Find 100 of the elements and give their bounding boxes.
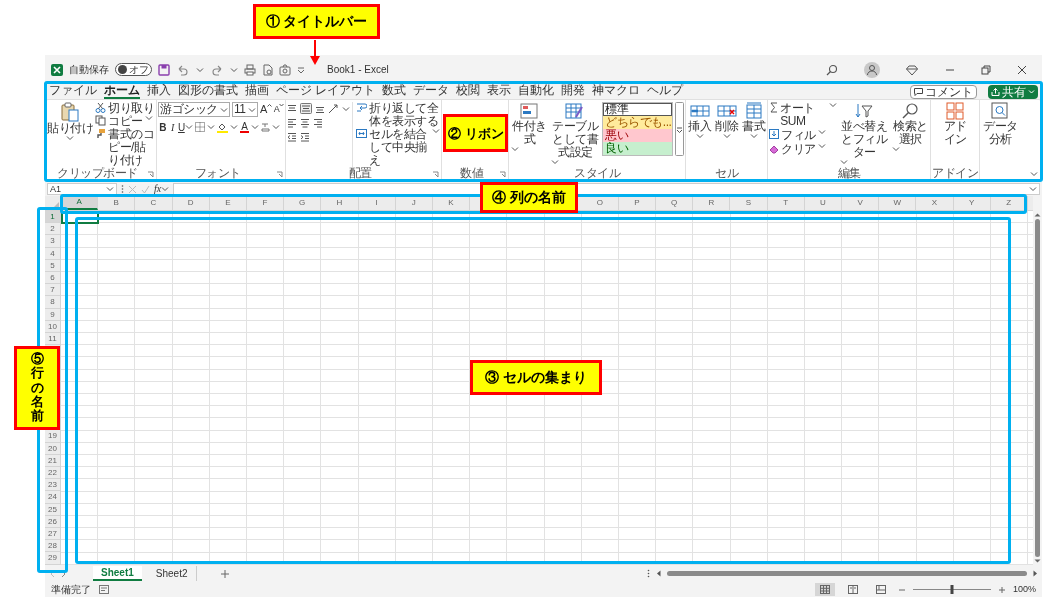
orientation-icon[interactable] [328, 103, 340, 114]
document-icon[interactable] [262, 63, 273, 76]
row-header[interactable]: 21 [45, 454, 60, 467]
ribbon-tab[interactable]: ヘルプ [647, 84, 684, 99]
row-header[interactable]: 24 [45, 491, 60, 504]
underline-button[interactable]: U [178, 120, 193, 134]
row-header[interactable]: 5 [45, 259, 60, 272]
align-top-icon[interactable] [287, 103, 298, 114]
dialog-launcher-icon[interactable] [147, 171, 154, 178]
camera-icon[interactable] [279, 63, 291, 76]
column-header[interactable]: Q [656, 196, 694, 210]
fill-button[interactable]: フィル [769, 129, 838, 142]
row-header[interactable]: 9 [45, 308, 60, 321]
column-header[interactable]: W [879, 196, 917, 210]
align-left-icon[interactable] [287, 118, 298, 128]
column-header[interactable]: J [395, 196, 433, 210]
decrease-indent-icon[interactable] [287, 132, 298, 142]
accessibility-icon[interactable] [99, 585, 109, 594]
column-header[interactable]: R [693, 196, 731, 210]
row-header[interactable]: 10 [45, 320, 60, 333]
close-icon[interactable] [1016, 63, 1028, 76]
row-header[interactable]: 29 [45, 552, 60, 565]
row-header[interactable]: 22 [45, 467, 60, 480]
row-header[interactable]: 20 [45, 442, 60, 455]
redo-icon[interactable] [210, 63, 224, 76]
select-all-triangle-icon[interactable] [52, 202, 59, 209]
avatar-icon[interactable] [864, 61, 880, 78]
column-header[interactable]: Z [990, 196, 1028, 210]
column-header[interactable]: T [767, 196, 805, 210]
cells-format-button[interactable]: 書式 [741, 102, 767, 167]
row-header[interactable]: 2 [45, 223, 60, 236]
scroll-down-icon[interactable] [1034, 559, 1041, 564]
column-header[interactable]: F [246, 196, 285, 210]
cell-style-option[interactable]: 良い [603, 142, 673, 155]
wrap-text-button[interactable]: 折り返して全体を表示する [356, 102, 441, 128]
format-painter-button[interactable]: 書式のコピー/貼り付け [95, 128, 155, 167]
expand-icon[interactable] [1029, 186, 1037, 192]
align-center-icon[interactable] [300, 118, 311, 128]
align-middle-icon[interactable] [300, 103, 313, 114]
row-header[interactable]: 25 [45, 503, 60, 516]
column-header[interactable]: I [358, 196, 396, 210]
scroll-thumb[interactable] [1035, 219, 1040, 557]
add-sheet-icon[interactable] [220, 569, 229, 578]
row-header[interactable]: 23 [45, 479, 60, 492]
bold-button[interactable]: B [158, 120, 167, 134]
restore-icon[interactable] [980, 63, 992, 76]
increase-indent-icon[interactable] [300, 132, 311, 142]
dialog-launcher-icon[interactable] [432, 171, 440, 178]
copy-button[interactable]: コピー [95, 115, 155, 128]
ribbon-tab[interactable]: 開発 [561, 84, 586, 99]
column-header[interactable]: K [432, 196, 471, 210]
decrease-font-size-button[interactable]: A [273, 103, 285, 116]
horizontal-scroll-thumb[interactable] [667, 571, 1027, 576]
ribbon-tab[interactable]: 図形の書式 [178, 84, 238, 99]
row-header[interactable]: 8 [45, 296, 60, 309]
undo-icon[interactable] [176, 63, 190, 76]
cells-insert-button[interactable]: 挿入 [687, 102, 713, 167]
column-header[interactable]: E [209, 196, 247, 210]
cell-style-option[interactable]: 標準 [603, 103, 673, 116]
ribbon-tab[interactable]: ページ レイアウト [276, 84, 376, 99]
row-header[interactable]: 1 [45, 211, 60, 224]
phonetic-guide-icon[interactable] [260, 122, 270, 132]
diamond-icon[interactable] [906, 63, 918, 76]
ribbon-tab[interactable]: ファイル [49, 84, 97, 99]
scroll-left-icon[interactable] [656, 570, 661, 577]
ribbon-tab[interactable]: 自動化 [518, 84, 555, 99]
ribbon-tab[interactable]: データ [413, 84, 450, 99]
cell-style-option[interactable]: どちらでも... [603, 116, 673, 129]
more-options-icon[interactable] [121, 184, 124, 194]
find-select-button[interactable]: 検索と選択 [891, 102, 930, 167]
cell-style-option[interactable]: 悪い [603, 129, 673, 142]
app-icon[interactable] [51, 63, 63, 76]
clear-button[interactable]: クリア [769, 143, 838, 156]
collapse-ribbon-icon[interactable] [1030, 171, 1038, 177]
conditional-formatting-button[interactable]: 件付き式 [510, 102, 549, 167]
search-icon[interactable] [826, 63, 838, 76]
gallery-more-icon[interactable] [675, 102, 685, 156]
column-header[interactable]: S [730, 196, 768, 210]
font-color-button[interactable]: A [239, 121, 249, 133]
row-header[interactable]: 11 [45, 332, 60, 346]
ribbon-tab[interactable]: 表示 [487, 84, 512, 99]
format-as-table-button[interactable]: テーブルとして書式設定 [550, 102, 601, 167]
autosave-toggle[interactable]: オフ [115, 63, 152, 76]
view-button[interactable] [814, 583, 835, 596]
column-header[interactable]: P [618, 196, 657, 210]
column-header[interactable]: Y [953, 196, 991, 210]
column-header[interactable]: O [581, 196, 619, 210]
borders-icon[interactable] [194, 122, 205, 132]
row-header[interactable]: 6 [45, 271, 60, 285]
add-ins-button[interactable]: アドイン [942, 102, 969, 167]
data-analysis-button[interactable]: データ分析 [981, 102, 1020, 167]
column-header[interactable]: V [841, 196, 880, 210]
name-box[interactable]: A1 [47, 183, 117, 195]
column-header[interactable]: C [135, 196, 173, 210]
row-header[interactable]: 3 [45, 235, 60, 248]
printer-icon[interactable] [244, 63, 256, 76]
insert-function-button[interactable]: fx [154, 184, 170, 194]
cut-button[interactable]: 切り取り [95, 102, 155, 115]
fill-bucket-icon[interactable] [216, 121, 228, 133]
dialog-launcher-icon[interactable] [276, 171, 284, 178]
